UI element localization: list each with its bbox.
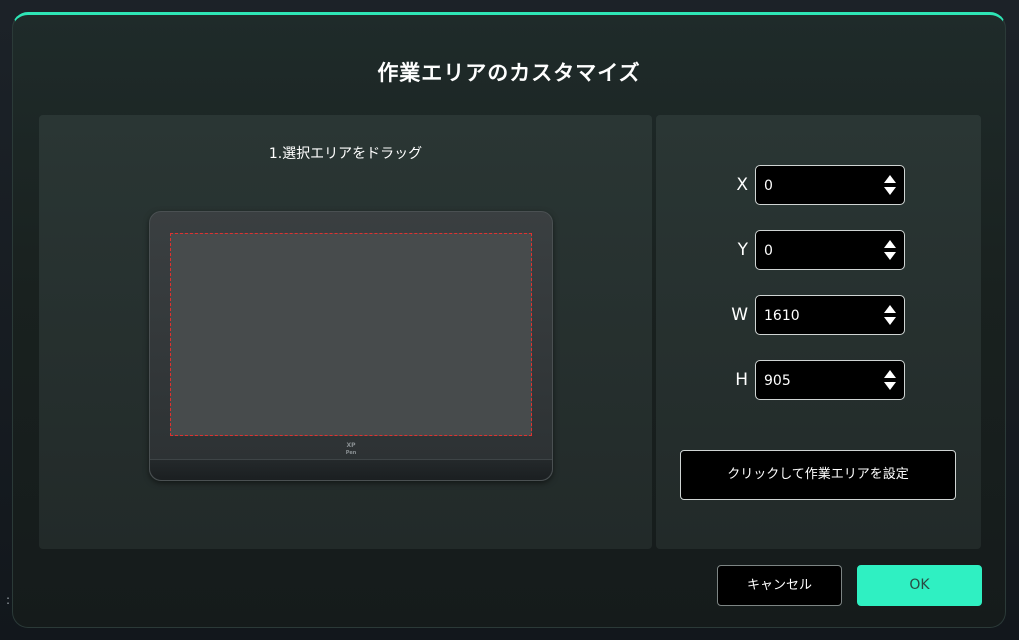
y-input[interactable]: 0 (755, 230, 905, 270)
cancel-button[interactable]: キャンセル (717, 565, 842, 606)
device-logo: XP Pen (340, 441, 362, 456)
increment-icon[interactable] (884, 305, 896, 313)
spin-arrows-icon[interactable] (884, 370, 896, 392)
decrement-icon[interactable] (884, 252, 896, 260)
step-label: 1.選択エリアをドラッグ (268, 146, 423, 162)
w-label: W (731, 305, 748, 325)
h-input[interactable]: 905 (755, 360, 905, 400)
xp-pen-logo-icon: XP Pen (346, 442, 357, 456)
increment-icon[interactable] (884, 175, 896, 183)
decrement-icon[interactable] (884, 187, 896, 195)
decrement-icon[interactable] (884, 382, 896, 390)
h-value[interactable]: 905 (764, 361, 791, 399)
field-row-x: X 0 (656, 165, 981, 205)
field-row-y: Y 0 (656, 230, 981, 270)
x-label: X (736, 175, 748, 195)
spin-arrows-icon[interactable] (884, 240, 896, 262)
y-value[interactable]: 0 (764, 231, 773, 269)
decrement-icon[interactable] (884, 317, 896, 325)
preview-panel: 1.選択エリアをドラッグ XP Pen (39, 115, 652, 549)
field-row-w: W 1610 (656, 295, 981, 335)
w-value[interactable]: 1610 (764, 296, 800, 334)
svg-text:Pen: Pen (346, 450, 357, 455)
tablet-active-area (170, 233, 532, 436)
field-row-h: H 905 (656, 360, 981, 400)
h-label: H (735, 370, 748, 390)
selection-rectangle[interactable] (170, 233, 532, 436)
ok-button[interactable]: OK (857, 565, 982, 606)
x-input[interactable]: 0 (755, 165, 905, 205)
spin-arrows-icon[interactable] (884, 305, 896, 327)
coordinates-panel: X 0 Y 0 W 1610 H 905 クリックして作業エリアを設定 (656, 115, 981, 549)
customize-work-area-dialog: 作業エリアのカスタマイズ 1.選択エリアをドラッグ XP Pen X 0 Y 0… (12, 12, 1006, 628)
spin-arrows-icon[interactable] (884, 175, 896, 197)
x-value[interactable]: 0 (764, 166, 773, 204)
set-work-area-button[interactable]: クリックして作業エリアを設定 (680, 450, 956, 500)
tablet-illustration: XP Pen (149, 211, 553, 481)
tablet-bottom-bezel (150, 459, 552, 480)
increment-icon[interactable] (884, 370, 896, 378)
dialog-title: 作業エリアのカスタマイズ (377, 61, 641, 85)
w-input[interactable]: 1610 (755, 295, 905, 335)
svg-text:XP: XP (346, 442, 356, 449)
y-label: Y (737, 240, 748, 260)
increment-icon[interactable] (884, 240, 896, 248)
